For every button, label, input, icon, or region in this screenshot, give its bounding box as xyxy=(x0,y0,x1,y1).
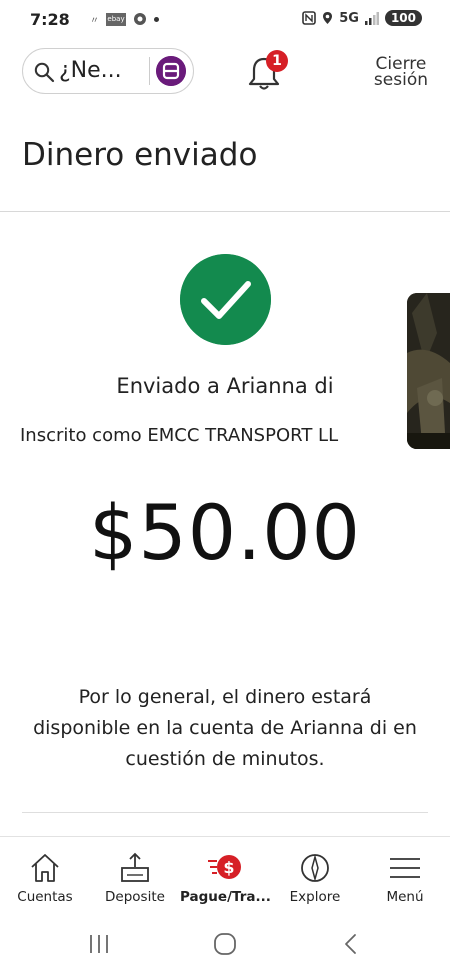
svg-text:$: $ xyxy=(223,858,234,877)
status-left-icons: 〃 ebay xyxy=(90,12,160,26)
search-bar[interactable]: ¿Ne... xyxy=(22,48,194,94)
back-button[interactable] xyxy=(336,932,366,956)
bottom-navigation: Cuentas Deposite $ Pague/Tra... Explore xyxy=(0,836,450,914)
home-icon xyxy=(31,854,59,882)
recents-button[interactable] xyxy=(84,932,114,956)
nav-menu[interactable]: Menú xyxy=(360,837,450,915)
nav-pague-transfiera[interactable]: $ Pague/Tra... xyxy=(180,837,271,915)
signal-icon xyxy=(364,11,379,25)
amount-sent: $50.00 xyxy=(89,488,361,577)
search-divider xyxy=(149,57,150,85)
nav-explore[interactable]: Explore xyxy=(270,837,360,915)
signout-label-line2: sesión xyxy=(373,70,428,90)
nfc-icon xyxy=(302,11,317,25)
notification-badge: 1 xyxy=(266,50,288,72)
ebay-icon: ebay xyxy=(106,12,127,26)
network-label: 5G xyxy=(339,10,359,26)
deposit-icon xyxy=(121,852,149,882)
enrolled-as-line: Inscrito como EMCC TRANSPORT LL xyxy=(20,425,339,446)
dot-icon xyxy=(154,16,160,22)
system-navigation-bar xyxy=(0,914,450,976)
erica-assistant-icon[interactable] xyxy=(156,56,186,86)
location-icon xyxy=(323,12,333,24)
nav-label-menu: Menú xyxy=(386,889,424,905)
nav-label-explore: Explore xyxy=(289,889,341,905)
nav-cuentas[interactable]: Cuentas xyxy=(0,837,90,915)
recipient-line: Enviado a Arianna di xyxy=(116,374,334,398)
status-bar: 7:28 〃 ebay 5G 100 xyxy=(0,0,450,40)
nav-deposite[interactable]: Deposite xyxy=(90,837,180,915)
compass-icon xyxy=(301,854,329,882)
success-check-icon xyxy=(180,254,271,345)
chrome-icon xyxy=(134,13,147,25)
battery-indicator: 100 xyxy=(384,10,422,26)
content-divider xyxy=(22,812,428,813)
home-button[interactable] xyxy=(210,932,240,956)
status-right: 5G 100 xyxy=(302,10,422,26)
floating-video-thumbnail[interactable] xyxy=(407,293,450,449)
menu-icon xyxy=(390,858,420,878)
nav-label-cuentas: Cuentas xyxy=(17,889,73,905)
pay-transfer-icon: $ xyxy=(208,855,241,879)
page-title: Dinero enviado xyxy=(22,137,258,173)
thumbnail-image xyxy=(407,293,450,449)
search-input[interactable]: ¿Ne... xyxy=(59,58,122,83)
nav-label-deposite: Deposite xyxy=(105,889,165,905)
search-icon xyxy=(34,62,55,83)
notification-icon: 〃 xyxy=(90,15,100,26)
availability-info: Por lo general, el dinero estará disponi… xyxy=(33,686,417,770)
status-time: 7:28 xyxy=(30,10,70,29)
header-divider xyxy=(0,211,450,212)
nav-label-pague-transfiera: Pague/Tra... xyxy=(180,889,271,905)
signout-button[interactable]: Cierre sesión xyxy=(373,56,428,90)
